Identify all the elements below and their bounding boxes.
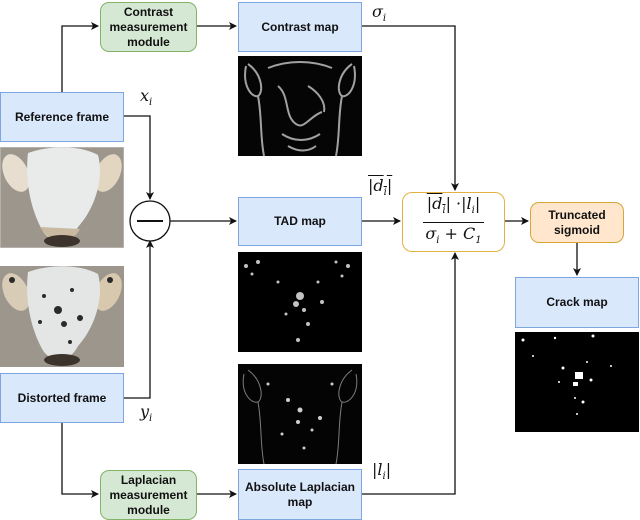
contrast-map-box: Contrast map	[238, 2, 362, 52]
tad-map-label: TAD map	[274, 214, 326, 228]
reference-frame-box: Reference frame	[0, 92, 124, 142]
laplacian-map-graphic	[242, 369, 358, 464]
contrast-map-image	[238, 56, 362, 156]
reference-goat-graphic	[0, 147, 124, 248]
edge-distorted-to-laplacian-module	[61, 414, 99, 498]
laplacian-module-label: Laplacian measurement module	[109, 472, 188, 517]
distorted-frame-box: Distorted frame	[0, 373, 124, 423]
contrast-map-label: Contrast map	[261, 19, 339, 34]
crack-map-box: Crack map	[515, 277, 639, 328]
laplacian-measurement-module: Laplacian measurement module	[100, 470, 197, 520]
reference-goat-image	[0, 147, 124, 248]
formula-numerator: |di| ·|li|	[422, 196, 485, 223]
tad-map-graphic	[244, 260, 350, 342]
edge-abs-map-to-formula	[362, 252, 459, 495]
truncated-sigmoid-label: Truncated sigmoid	[548, 207, 606, 237]
edge-distorted-to-subtract	[124, 240, 154, 399]
crack-map-label: Crack map	[546, 295, 608, 309]
distorted-goat-image	[0, 266, 124, 367]
distorted-goat-graphic	[2, 266, 122, 366]
crack-formula: |di| ·|li| σi + C1	[422, 196, 485, 247]
reference-frame-label: Reference frame	[14, 109, 110, 124]
crack-formula-box: |di| ·|li| σi + C1	[402, 192, 505, 252]
l-label: |li|	[372, 460, 392, 483]
contrast-measurement-module: Contrast measurement module	[100, 2, 197, 52]
distorted-frame-label: Distorted frame	[17, 390, 107, 405]
x-label: xi	[140, 86, 153, 109]
contrast-map-graphic	[244, 61, 356, 156]
sigma-label: σi	[372, 2, 387, 25]
absolute-laplacian-map-box: Absolute Laplacian map	[238, 469, 362, 520]
absolute-laplacian-map-label: Absolute Laplacian map	[244, 479, 356, 509]
edge-reference-to-contrast-module	[61, 22, 99, 92]
laplacian-map-image	[238, 364, 362, 464]
truncated-sigmoid-box: Truncated sigmoid	[530, 202, 624, 243]
y-label: yi	[140, 402, 153, 425]
tad-map-image	[238, 252, 362, 352]
formula-denominator: σi + C1	[425, 223, 482, 246]
contrast-module-label: Contrast measurement module	[109, 4, 188, 49]
crack-map-image	[515, 332, 639, 432]
edge-reference-to-subtract	[124, 115, 154, 200]
d-label: |di|	[368, 176, 393, 199]
tad-map-box: TAD map	[238, 197, 362, 246]
subtract-operator	[129, 200, 171, 242]
edge-contrast-map-to-formula	[362, 25, 459, 191]
crack-map-graphic	[521, 334, 612, 415]
